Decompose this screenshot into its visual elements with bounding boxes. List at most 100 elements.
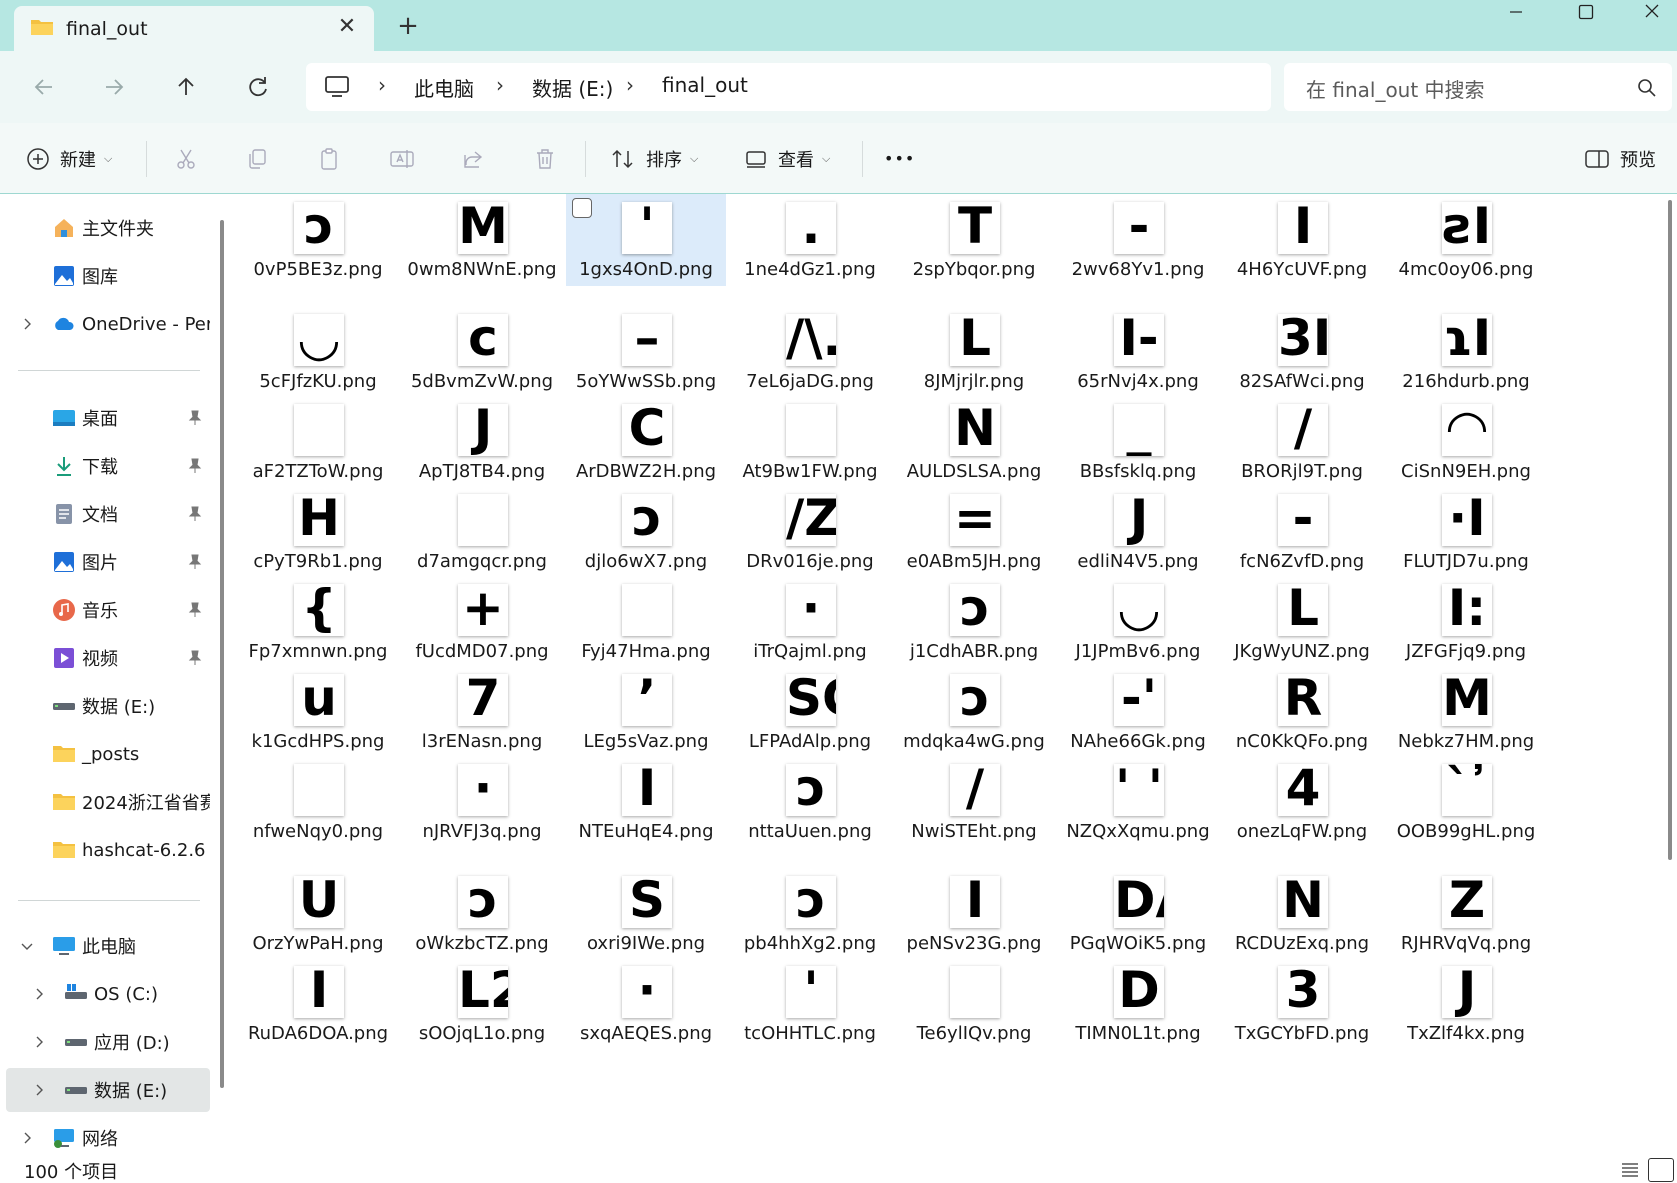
view-button[interactable]: 查看 ⌵ <box>744 123 830 194</box>
file-item[interactable]: At9Bw1FW.png <box>730 396 890 488</box>
file-item[interactable]: /\. 7eL6jaDG.png <box>730 306 890 398</box>
file-item[interactable]: T 2spYbqor.png <box>894 194 1054 286</box>
more-options-button[interactable]: ••• <box>884 123 915 194</box>
file-item[interactable]: JedliN4V5.png <box>1058 486 1218 578</box>
sort-button[interactable]: 排序 ⌵ <box>610 123 698 194</box>
breadcrumb-separator[interactable]: › <box>378 73 386 97</box>
file-item[interactable]: Soxri9IWe.png <box>566 868 726 960</box>
file-item[interactable]: L 8JMjrjlr.png <box>894 306 1054 398</box>
file-item[interactable]: RnC0KkQFo.png <box>1222 666 1382 758</box>
minimize-icon[interactable] <box>1486 0 1546 30</box>
sidebar-item-this-pc[interactable]: 此电脑 <box>0 924 210 968</box>
file-item[interactable]: ↄ mdqka4wG.png <box>894 666 1054 758</box>
select-checkbox[interactable] <box>572 198 592 218</box>
chevron-right-icon[interactable] <box>20 1131 34 1145</box>
file-item[interactable]: M 0wm8NWnE.png <box>402 194 562 286</box>
file-item[interactable]: ↄ oWkzbcTZ.png <box>402 868 562 960</box>
file-item[interactable]: ' tcOHHTLC.png <box>730 958 890 1050</box>
new-button[interactable]: 新建 ⌵ <box>26 123 112 194</box>
file-item[interactable]: C ArDBWZ2H.png <box>566 396 726 488</box>
pin-icon[interactable] <box>188 410 202 426</box>
file-item[interactable]: ` ̓ OOB99gHL.png <box>1386 756 1546 848</box>
file-item[interactable]: HcPyT9Rb1.png <box>238 486 398 578</box>
file-item[interactable]: u k1GcdHPS.png <box>238 666 398 758</box>
back-arrow-icon[interactable] <box>24 67 64 107</box>
file-item[interactable]: ↄ djlo6wX7.png <box>566 486 726 578</box>
chevron-right-icon[interactable] <box>32 1083 46 1097</box>
sidebar-scrollbar[interactable] <box>220 220 224 1088</box>
file-item[interactable]: nfweNqy0.png <box>238 756 398 848</box>
close-tab-icon[interactable]: ✕ <box>332 12 362 42</box>
delete-button[interactable] <box>533 123 557 194</box>
close-window-icon[interactable] <box>1626 0 1677 30</box>
preview-button[interactable]: 预览 <box>1584 123 1656 194</box>
paste-button[interactable] <box>317 123 341 194</box>
large-icons-view-button[interactable] <box>1648 1158 1674 1182</box>
file-item[interactable]: ' ' NZQxXqmu.png <box>1058 756 1218 848</box>
file-item[interactable]: J TxZlf4kx.png <box>1386 958 1546 1050</box>
sidebar-item-drive-c[interactable]: OS (C:) <box>0 972 210 1016</box>
file-item[interactable]: ↄ nttaUuen.png <box>730 756 890 848</box>
file-item[interactable]: L JKgWyUNZ.png <box>1222 576 1382 668</box>
file-item[interactable]: – 5oYWwSSb.png <box>566 306 726 398</box>
search-icon[interactable] <box>1636 77 1658 99</box>
file-item[interactable]: {Fp7xmnwn.png <box>238 576 398 668</box>
file-item[interactable]: Z RJHRVqVq.png <box>1386 868 1546 960</box>
pin-icon[interactable] <box>188 650 202 666</box>
file-item[interactable]: - fcN6ZvfD.png <box>1222 486 1382 578</box>
pin-icon[interactable] <box>188 554 202 570</box>
file-item[interactable]: · nJRVFJ3q.png <box>402 756 562 848</box>
file-item[interactable]: d7amgqcr.png <box>402 486 562 578</box>
file-item[interactable]: -' NAhe66Gk.png <box>1058 666 1218 758</box>
file-item[interactable]: U OrzYwPaH.png <box>238 868 398 960</box>
sidebar-item-drive-e-pinned[interactable]: 数据 (E:) <box>0 684 210 728</box>
file-item[interactable]: SC LFPAdAlp.png <box>730 666 890 758</box>
tab-final-out[interactable]: final_out ✕ <box>14 6 374 51</box>
file-item[interactable]: Fyj47Hma.png <box>566 576 726 668</box>
breadcrumb-drive-e[interactable]: 数据 (E:) <box>532 73 613 102</box>
file-item[interactable]: + fUcdMD07.png <box>402 576 562 668</box>
sidebar-item-network[interactable]: 网络 <box>0 1116 210 1160</box>
file-item[interactable]: ◠ CiSnN9EH.png <box>1386 396 1546 488</box>
sidebar-item-videos[interactable]: 视频 <box>0 636 210 680</box>
file-item[interactable]: ·I FLUTJD7u.png <box>1386 486 1546 578</box>
file-item[interactable]: J ApTJ8TB4.png <box>402 396 562 488</box>
pin-icon[interactable] <box>188 458 202 474</box>
sidebar-item-home[interactable]: 主文件夹 <box>0 206 210 250</box>
details-view-icon[interactable] <box>1620 1161 1640 1179</box>
sidebar-item-music[interactable]: 音乐 <box>0 588 210 632</box>
file-item[interactable]: 7 l3rENasn.png <box>402 666 562 758</box>
file-item[interactable]: _ BBsfsklq.png <box>1058 396 1218 488</box>
sidebar-item-drive-e[interactable]: 数据 (E:) <box>6 1068 210 1112</box>
file-item[interactable]: DA PGqWOiK5.png <box>1058 868 1218 960</box>
file-item[interactable]: aF2TZToW.png <box>238 396 398 488</box>
new-tab-button[interactable]: + <box>392 11 424 43</box>
file-item[interactable]: I: JZFGFjq9.png <box>1386 576 1546 668</box>
cut-button[interactable] <box>174 123 198 194</box>
file-item[interactable]: ' 1gxs4OnD.png <box>566 194 726 286</box>
file-item[interactable]: ƨI 4mc0oy06.png <box>1386 194 1546 286</box>
file-item[interactable]: · iTrQajml.png <box>730 576 890 668</box>
sidebar-item-hashcat[interactable]: hashcat-6.2.6 <box>0 828 210 872</box>
sidebar-item-onedrive[interactable]: OneDrive - Per <box>0 302 210 346</box>
pin-icon[interactable] <box>188 506 202 522</box>
breadcrumb-separator[interactable]: › <box>626 73 634 97</box>
file-item[interactable]: D TIMN0L1t.png <box>1058 958 1218 1050</box>
file-item[interactable]: N RCDUzExq.png <box>1222 868 1382 960</box>
file-item[interactable]: . . 1ne4dGz1.png <box>730 194 890 286</box>
chevron-down-icon[interactable] <box>20 939 34 953</box>
file-item[interactable]: I- 65rNvj4x.png <box>1058 306 1218 398</box>
refresh-icon[interactable] <box>238 67 278 107</box>
file-item[interactable]: 3 TxGCYbFD.png <box>1222 958 1382 1050</box>
file-item[interactable]: ↄ pb4hhXg2.png <box>730 868 890 960</box>
sidebar-item-gallery[interactable]: 图库 <box>0 254 210 298</box>
file-item[interactable]: ɿI 216hdurb.png <box>1386 306 1546 398</box>
file-item[interactable]: /Z DRv016je.png <box>730 486 890 578</box>
sidebar-item-documents[interactable]: 文档 <box>0 492 210 536</box>
file-item[interactable]: 3I 82SAfWci.png <box>1222 306 1382 398</box>
file-item[interactable]: Te6ylIQv.png <box>894 958 1054 1050</box>
sidebar-item-desktop[interactable]: 桌面 <box>0 396 210 440</box>
rename-button[interactable] <box>389 123 415 194</box>
file-item[interactable]: c 5dBvmZvW.png <box>402 306 562 398</box>
file-item[interactable]: N AULDSLSA.png <box>894 396 1054 488</box>
